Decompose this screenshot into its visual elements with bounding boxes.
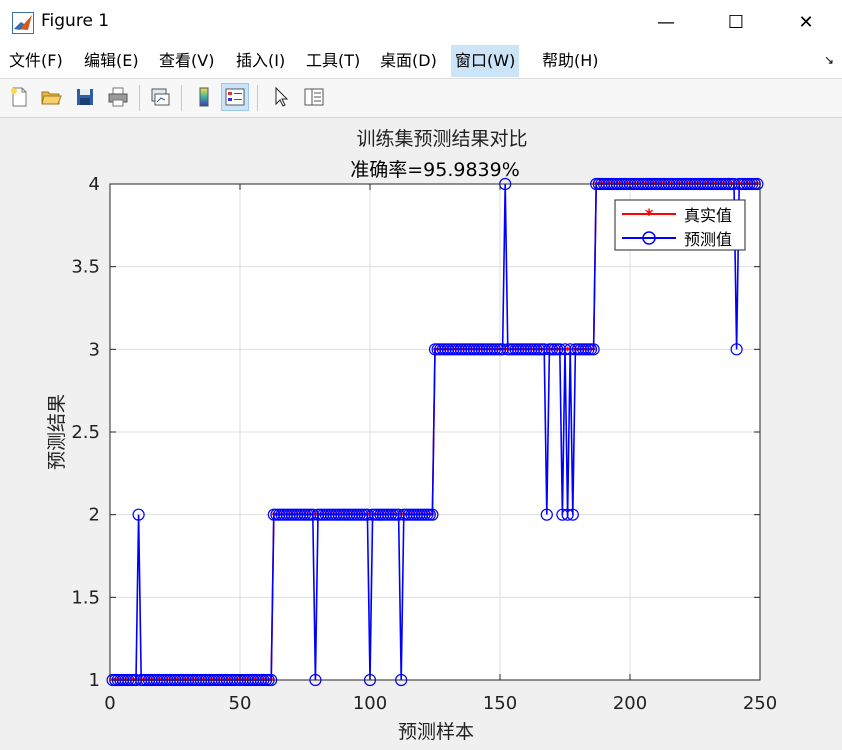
maximize-icon: ☐	[727, 12, 745, 33]
maximize-button[interactable]: ☐	[706, 0, 766, 45]
minimize-icon: —	[657, 12, 675, 33]
toolbar-separator	[257, 85, 258, 111]
matlab-logo-icon	[12, 12, 34, 34]
chart-title: 训练集预测结果对比	[356, 128, 527, 150]
menu-file[interactable]: 文件(F)	[5, 45, 67, 77]
legend: * 真实值 预测值	[614, 199, 746, 251]
menu-bar: 文件(F) 编辑(E) 查看(V) 插入(I) 工具(T) 桌面(D) 窗口(W…	[0, 45, 842, 79]
print-button[interactable]	[104, 83, 132, 111]
dock-arrow-icon[interactable]: ↘	[824, 53, 834, 67]
menu-help[interactable]: 帮助(H)	[538, 45, 603, 77]
y-axis-label: 预测结果	[46, 394, 68, 470]
open-file-button[interactable]	[37, 83, 65, 111]
colorbar-icon	[199, 87, 209, 107]
menu-edit[interactable]: 编辑(E)	[80, 45, 143, 77]
property-editor-button[interactable]	[300, 83, 328, 111]
pointer-icon	[275, 86, 289, 107]
y-tick-label: 4	[89, 174, 100, 195]
chart: ****************************************…	[46, 128, 777, 743]
x-tick-label: 0	[104, 693, 115, 714]
figure-toolbar	[0, 79, 842, 118]
save-button[interactable]	[71, 83, 99, 111]
x-tick-label: 50	[229, 693, 252, 714]
toolbar-separator	[139, 85, 140, 111]
y-tick-label: 3	[89, 339, 100, 360]
save-icon	[77, 89, 93, 105]
minimize-button[interactable]: —	[636, 0, 696, 45]
close-button[interactable]: ✕	[776, 0, 836, 45]
x-tick-label: 100	[353, 693, 387, 714]
link-plot-button[interactable]	[146, 83, 174, 111]
menu-tools[interactable]: 工具(T)	[302, 45, 364, 77]
y-tick-label: 1	[89, 670, 100, 691]
y-tick-label: 2.5	[71, 422, 100, 443]
new-figure-button[interactable]	[5, 83, 33, 111]
y-tick-label: 2	[89, 505, 100, 526]
x-tick-label: 150	[483, 693, 517, 714]
property-editor-icon	[304, 88, 324, 106]
legend-icon	[225, 88, 245, 106]
window-title: Figure 1	[41, 11, 110, 31]
legend-true-label: 真实值	[684, 206, 732, 225]
legend-button[interactable]	[221, 83, 249, 111]
new-figure-icon	[11, 87, 27, 107]
legend-true-marker: *	[645, 205, 654, 224]
y-tick-label: 3.5	[71, 257, 100, 278]
x-axis-label: 预测样本	[398, 721, 474, 743]
print-icon	[108, 87, 128, 107]
link-plot-icon	[151, 88, 170, 106]
menu-insert[interactable]: 插入(I)	[232, 45, 289, 77]
x-tick-label: 200	[613, 693, 647, 714]
chart-subtitle: 准确率=95.9839%	[350, 159, 520, 181]
y-tick-label: 1.5	[71, 587, 100, 608]
x-tick-label: 250	[743, 693, 777, 714]
window-titlebar: Figure 1 — ☐ ✕	[0, 0, 842, 45]
pointer-button[interactable]	[267, 83, 295, 111]
menu-desktop[interactable]: 桌面(D)	[376, 45, 441, 77]
colorbar-button[interactable]	[190, 83, 218, 111]
menu-window[interactable]: 窗口(W)	[451, 45, 520, 77]
legend-pred-label: 预测值	[684, 230, 732, 249]
toolbar-separator	[181, 85, 182, 111]
open-file-icon	[41, 91, 62, 105]
figure-canvas: * * * * * * * * * * * * * * * * * * * * * * * * * * * * * * * * * * * * * * * *…	[0, 118, 842, 750]
close-icon: ✕	[798, 12, 814, 33]
menu-view[interactable]: 查看(V)	[155, 45, 218, 77]
